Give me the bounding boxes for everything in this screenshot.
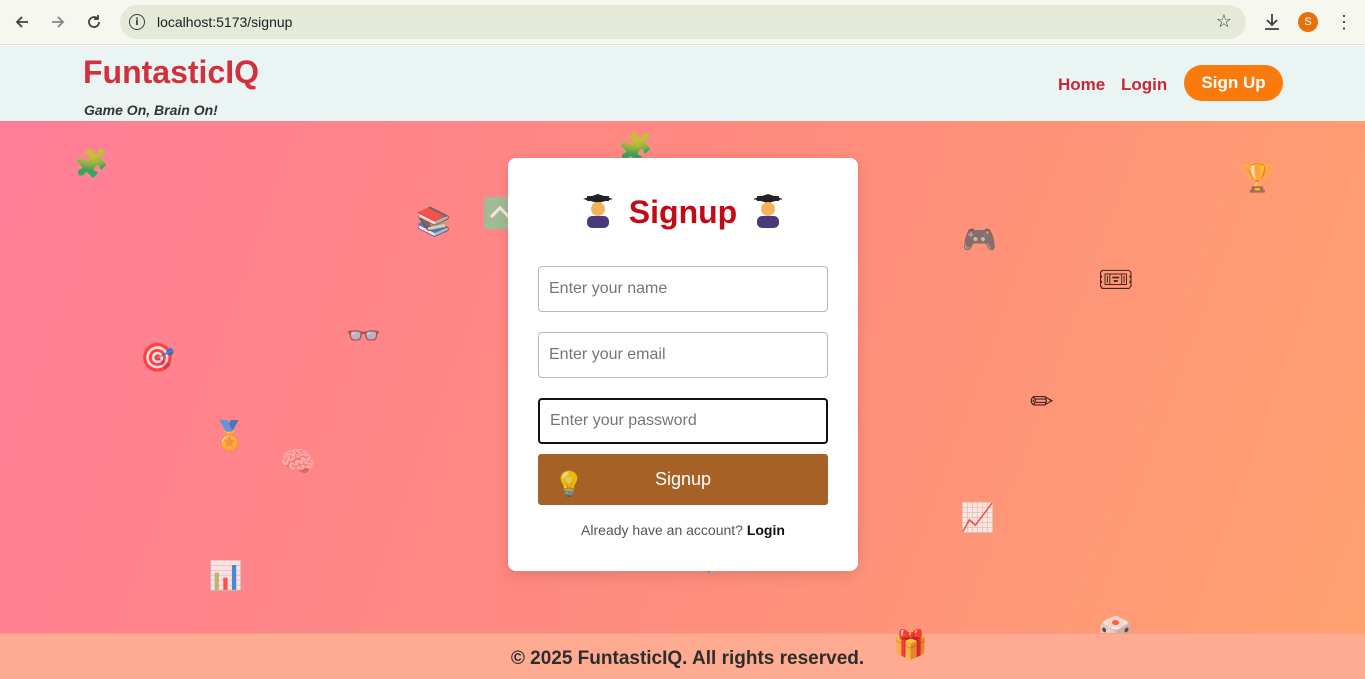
login-link[interactable]: Login bbox=[747, 522, 785, 538]
tagline: Game On, Brain On! bbox=[84, 102, 218, 118]
bookmark-star-icon[interactable]: ☆ bbox=[1216, 11, 1232, 32]
nav-signup-button[interactable]: Sign Up bbox=[1184, 65, 1283, 101]
medal-icon: 🏅 bbox=[212, 419, 247, 452]
site-header: FuntasticIQ Game On, Brain On! Home Logi… bbox=[0, 46, 1365, 121]
login-prompt: Already have an account? Login bbox=[508, 522, 858, 538]
password-input[interactable] bbox=[538, 398, 828, 444]
name-input[interactable] bbox=[538, 266, 828, 312]
brand-logo[interactable]: FuntasticIQ bbox=[83, 54, 259, 91]
graduate-icon bbox=[753, 194, 783, 228]
lightbulb-icon: 💡 bbox=[554, 471, 584, 498]
pencil-icon: ✏ bbox=[1030, 385, 1054, 418]
brain-icon: 🧠 bbox=[280, 445, 315, 478]
target-icon: 🎯 bbox=[140, 341, 175, 374]
nav-home-link[interactable]: Home bbox=[1058, 75, 1105, 95]
copyright-text: © 2025 FuntasticIQ. All rights reserved. bbox=[510, 648, 865, 669]
menu-kebab-icon[interactable]: ⋮ bbox=[1334, 11, 1354, 33]
back-arrow-icon[interactable] bbox=[11, 11, 33, 33]
gift-icon: 🎁 bbox=[893, 628, 928, 661]
login-prompt-text: Already have an account? bbox=[581, 522, 743, 538]
email-input[interactable] bbox=[538, 332, 828, 378]
browser-toolbar: i localhost:5173/signup ☆ S ⋮ bbox=[0, 0, 1365, 45]
ticket-icon: 🎟 bbox=[1098, 263, 1134, 296]
site-footer: © 2025 FuntasticIQ. All rights reserved. bbox=[0, 633, 1365, 679]
form-title: Signup bbox=[628, 194, 738, 230]
address-bar[interactable]: i localhost:5173/signup ☆ bbox=[120, 5, 1246, 39]
bar-chart-icon: 📊 bbox=[208, 559, 243, 592]
puzzle-icon: 🧩 bbox=[74, 147, 109, 180]
nav-login-link[interactable]: Login bbox=[1121, 75, 1167, 95]
site-info-icon[interactable]: i bbox=[129, 14, 145, 30]
books-icon: 📚 bbox=[416, 205, 451, 238]
chart-icon: 📈 bbox=[960, 501, 995, 534]
url-text[interactable]: localhost:5173/signup bbox=[157, 14, 292, 30]
signup-card: Signup Signup 💡 Already have an account?… bbox=[508, 158, 858, 571]
trophy-icon: 🏆 bbox=[1240, 161, 1275, 194]
game-controller-icon: 🎮 bbox=[962, 223, 997, 256]
download-icon[interactable] bbox=[1262, 11, 1282, 33]
reload-icon[interactable] bbox=[83, 11, 105, 33]
glasses-icon: 👓 bbox=[346, 319, 381, 352]
forward-arrow-icon[interactable] bbox=[47, 11, 69, 33]
dice-icon: 🎲 bbox=[1098, 615, 1133, 633]
profile-avatar[interactable]: S bbox=[1298, 12, 1318, 32]
